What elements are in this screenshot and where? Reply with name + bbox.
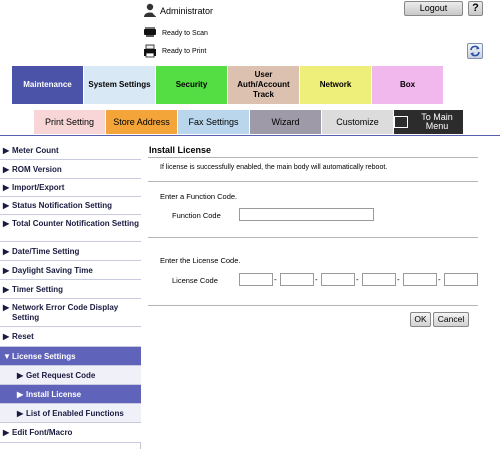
license-code-field-2[interactable]	[280, 273, 314, 286]
tab-maintenance[interactable]: Maintenance	[12, 66, 84, 104]
to-main-menu-label: To Main Menu	[421, 112, 453, 131]
separator-dash: -	[356, 275, 359, 284]
page-title: Install License	[149, 145, 212, 155]
tab-security[interactable]: Security	[156, 66, 228, 104]
separator-dash: -	[438, 275, 441, 284]
help-button[interactable]: ?	[468, 1, 483, 16]
sidebar-item-install-license[interactable]: ▶ Install License	[0, 385, 141, 404]
cancel-button[interactable]: Cancel	[433, 312, 469, 327]
sidebar-item-rom-version[interactable]: ▶ ROM Version	[0, 160, 141, 179]
sidebar-item-label: Total Counter Notification Setting	[12, 219, 139, 228]
sidebar-item-label: Edit Font/Macro	[12, 428, 73, 437]
tab-box[interactable]: Box	[372, 66, 444, 104]
tab-print-setting[interactable]: Print Setting	[34, 110, 106, 134]
logout-button[interactable]: Logout	[404, 1, 463, 16]
chevron-down-icon: ▼	[3, 352, 11, 361]
tab-user-auth-account-track[interactable]: User Auth/Account Track	[228, 66, 300, 104]
chevron-right-icon: ▶	[3, 303, 10, 312]
reboot-note: If license is successfully enabled, the …	[160, 164, 388, 171]
chevron-right-icon: ▶	[17, 409, 24, 418]
license-code-label: License Code	[172, 276, 218, 285]
sidebar-item-license-settings[interactable]: ▼ License Settings	[0, 347, 141, 366]
sidebar-item-label: Date/Time Setting	[12, 247, 80, 256]
tab-system-settings[interactable]: System Settings	[84, 66, 156, 104]
sidebar-item-edit-font-macro[interactable]: ▶ Edit Font/Macro	[0, 423, 141, 443]
sidebar-item-label: Daylight Saving Time	[12, 266, 93, 275]
to-main-menu-button[interactable]: To Main Menu	[394, 110, 464, 134]
sidebar-item-total-counter-notification[interactable]: ▶ Total Counter Notification Setting	[0, 215, 141, 242]
license-code-field-5[interactable]	[403, 273, 437, 286]
function-code-input[interactable]	[239, 208, 374, 221]
chevron-right-icon: ▶	[3, 201, 10, 210]
sidebar-item-network-error-code[interactable]: ▶ Network Error Code Display Setting	[0, 299, 141, 327]
chevron-right-icon: ▶	[17, 390, 24, 399]
function-code-label: Function Code	[172, 211, 221, 220]
chevron-right-icon: ▶	[3, 428, 10, 437]
sidebar-item-get-request-code[interactable]: ▶ Get Request Code	[0, 366, 141, 385]
sidebar-item-label: List of Enabled Functions	[26, 409, 124, 418]
refresh-button[interactable]	[467, 43, 483, 59]
license-code-field-4[interactable]	[362, 273, 396, 286]
divider	[148, 157, 478, 158]
chevron-right-icon: ▶	[3, 247, 10, 256]
sidebar-item-date-time[interactable]: ▶ Date/Time Setting	[0, 242, 141, 261]
tab-customize[interactable]: Customize	[322, 110, 394, 134]
sidebar-item-label: License Settings	[12, 352, 76, 361]
chevron-right-icon: ▶	[3, 183, 10, 192]
divider	[148, 237, 478, 238]
header-divider	[0, 135, 500, 136]
sidebar-item-label: ROM Version	[12, 165, 62, 174]
tab-fax-settings[interactable]: Fax Settings	[178, 110, 250, 134]
user-name: Administrator	[160, 6, 214, 16]
sidebar-item-label: Status Notification Setting	[12, 201, 112, 210]
print-status-text: Ready to Print	[162, 48, 207, 55]
sidebar-item-reset[interactable]: ▶ Reset	[0, 327, 141, 347]
chevron-right-icon: ▶	[3, 266, 10, 275]
printer-icon	[144, 44, 156, 58]
tab-network[interactable]: Network	[300, 66, 372, 104]
separator-dash: -	[274, 275, 277, 284]
chevron-right-icon: ▶	[3, 285, 10, 294]
chevron-right-icon: ▶	[3, 332, 10, 341]
sidebar-item-status-notification[interactable]: ▶ Status Notification Setting	[0, 197, 141, 215]
divider	[148, 181, 478, 182]
sidebar-item-label: Get Request Code	[26, 371, 96, 380]
separator-dash: -	[315, 275, 318, 284]
license-code-field-1[interactable]	[239, 273, 273, 286]
sidebar-item-label: Network Error Code Display Setting	[12, 303, 119, 322]
sidebar-item-label: Reset	[12, 332, 34, 341]
administrator-icon	[144, 3, 157, 17]
function-code-prompt: Enter a Function Code.	[160, 192, 238, 201]
separator-dash: -	[397, 275, 400, 284]
sidebar-item-timer-setting[interactable]: ▶ Timer Setting	[0, 280, 141, 299]
chevron-right-icon: ▶	[3, 146, 10, 155]
sidebar-item-label: Install License	[26, 390, 82, 399]
sidebar-item-label: Meter Count	[12, 146, 59, 155]
chevron-right-icon: ▶	[3, 165, 10, 174]
divider	[148, 305, 478, 306]
sidebar-item-label: Timer Setting	[12, 285, 63, 294]
scan-status-text: Ready to Scan	[162, 30, 208, 37]
license-code-prompt: Enter the License Code.	[160, 256, 241, 265]
chevron-right-icon: ▶	[3, 219, 10, 228]
sidebar-item-label: Import/Export	[12, 183, 65, 192]
sidebar-item-daylight-saving[interactable]: ▶ Daylight Saving Time	[0, 261, 141, 280]
tab-wizard[interactable]: Wizard	[250, 110, 322, 134]
license-code-field-3[interactable]	[321, 273, 355, 286]
scanner-icon	[144, 27, 156, 37]
chevron-right-icon: ▶	[17, 371, 24, 380]
refresh-icon	[470, 45, 480, 57]
sidebar-item-meter-count[interactable]: ▶ Meter Count	[0, 141, 141, 160]
license-code-field-6[interactable]	[444, 273, 478, 286]
sidebar: ▶ Meter Count ▶ ROM Version ▶ Import/Exp…	[0, 141, 141, 449]
ok-button[interactable]: OK	[410, 312, 431, 327]
main-menu-icon	[394, 116, 408, 128]
tab-store-address[interactable]: Store Address	[106, 110, 178, 134]
sidebar-item-import-export[interactable]: ▶ Import/Export	[0, 179, 141, 197]
sidebar-item-list-enabled-functions[interactable]: ▶ List of Enabled Functions	[0, 404, 141, 423]
